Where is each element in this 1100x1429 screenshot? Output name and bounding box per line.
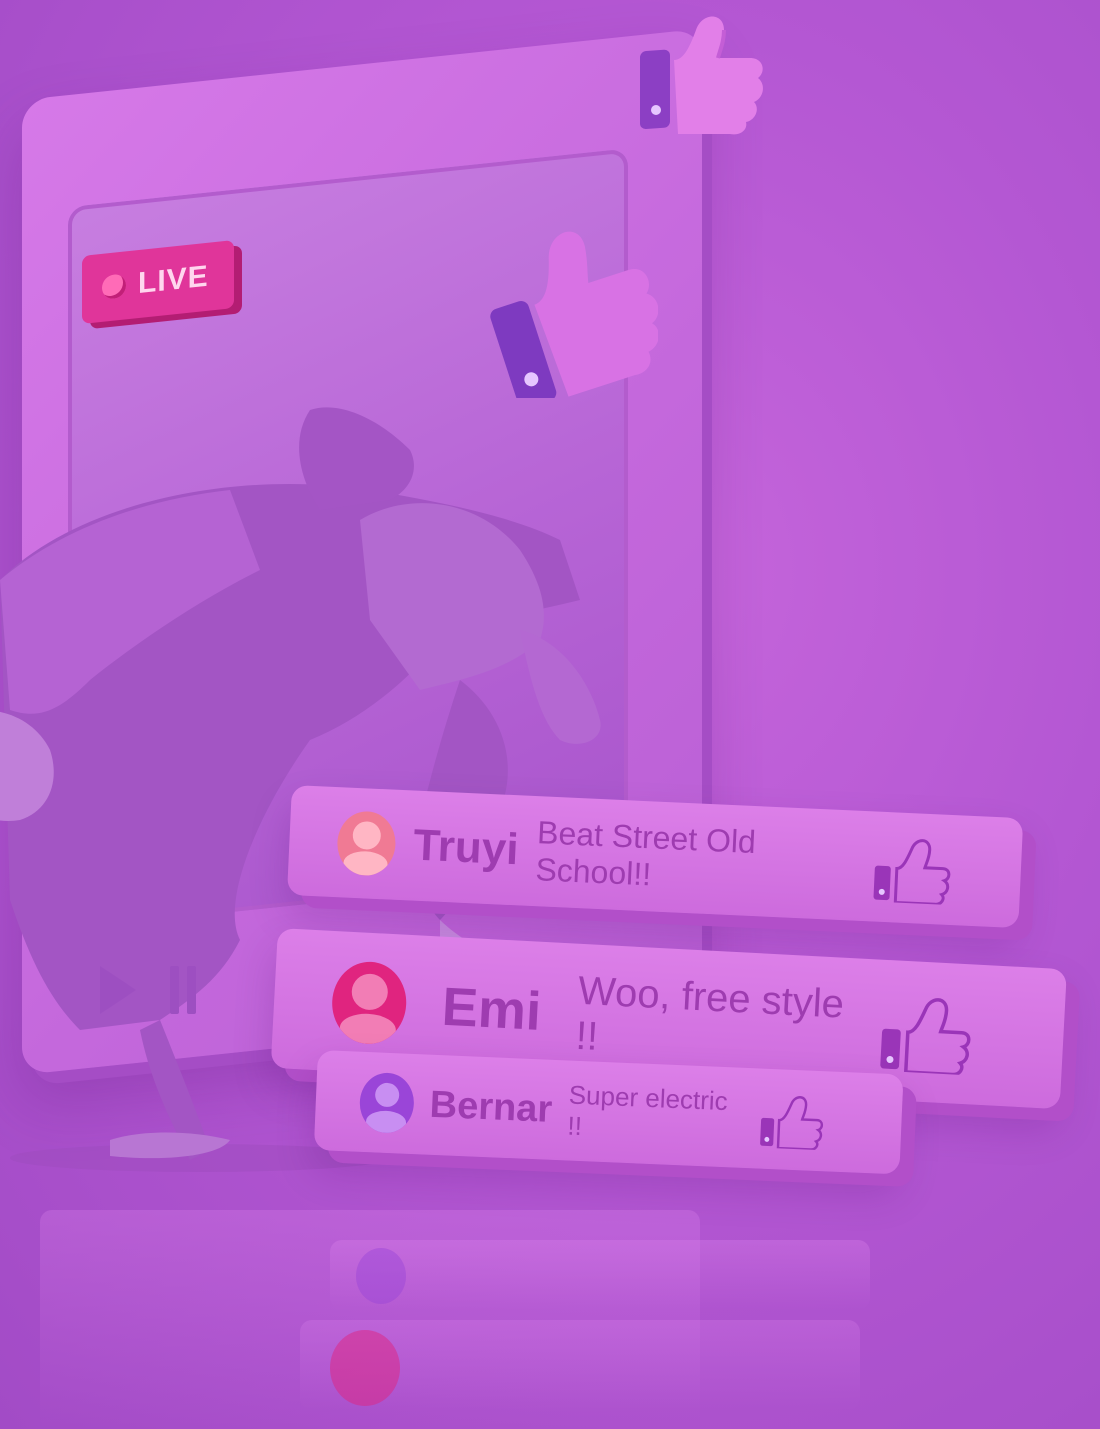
comment-author: Emi [440,976,543,1042]
live-indicator-dot [102,273,126,300]
play-icon[interactable] [100,966,136,1014]
thumbs-up-icon[interactable] [758,1090,824,1151]
live-label: LIVE [138,259,209,301]
reflection-comment [330,1240,870,1310]
pause-icon[interactable] [170,966,196,1014]
comment-author: Truyi [412,820,520,875]
avatar [336,810,397,877]
comment-text: Beat Street Old School!! [534,814,757,893]
reflection-avatar [330,1330,400,1406]
avatar [330,959,409,1046]
comment-text: Woo, free style !! [574,968,846,1059]
thumbs-up-icon [478,198,658,398]
live-stream-scene: LIVE Truyi Beat Street Old School!! Emi … [0,0,1100,1429]
player-controls [100,960,220,1020]
comment-author: Bernar [428,1083,554,1131]
floor-reflection [0,1170,1100,1429]
comment-text: Super electric !! [566,1079,729,1142]
reflection-avatar [356,1248,406,1304]
thumbs-up-icon[interactable] [871,831,952,905]
thumbs-up-icon[interactable] [877,989,973,1076]
avatar [358,1071,416,1135]
thumbs-up-icon [632,6,772,136]
